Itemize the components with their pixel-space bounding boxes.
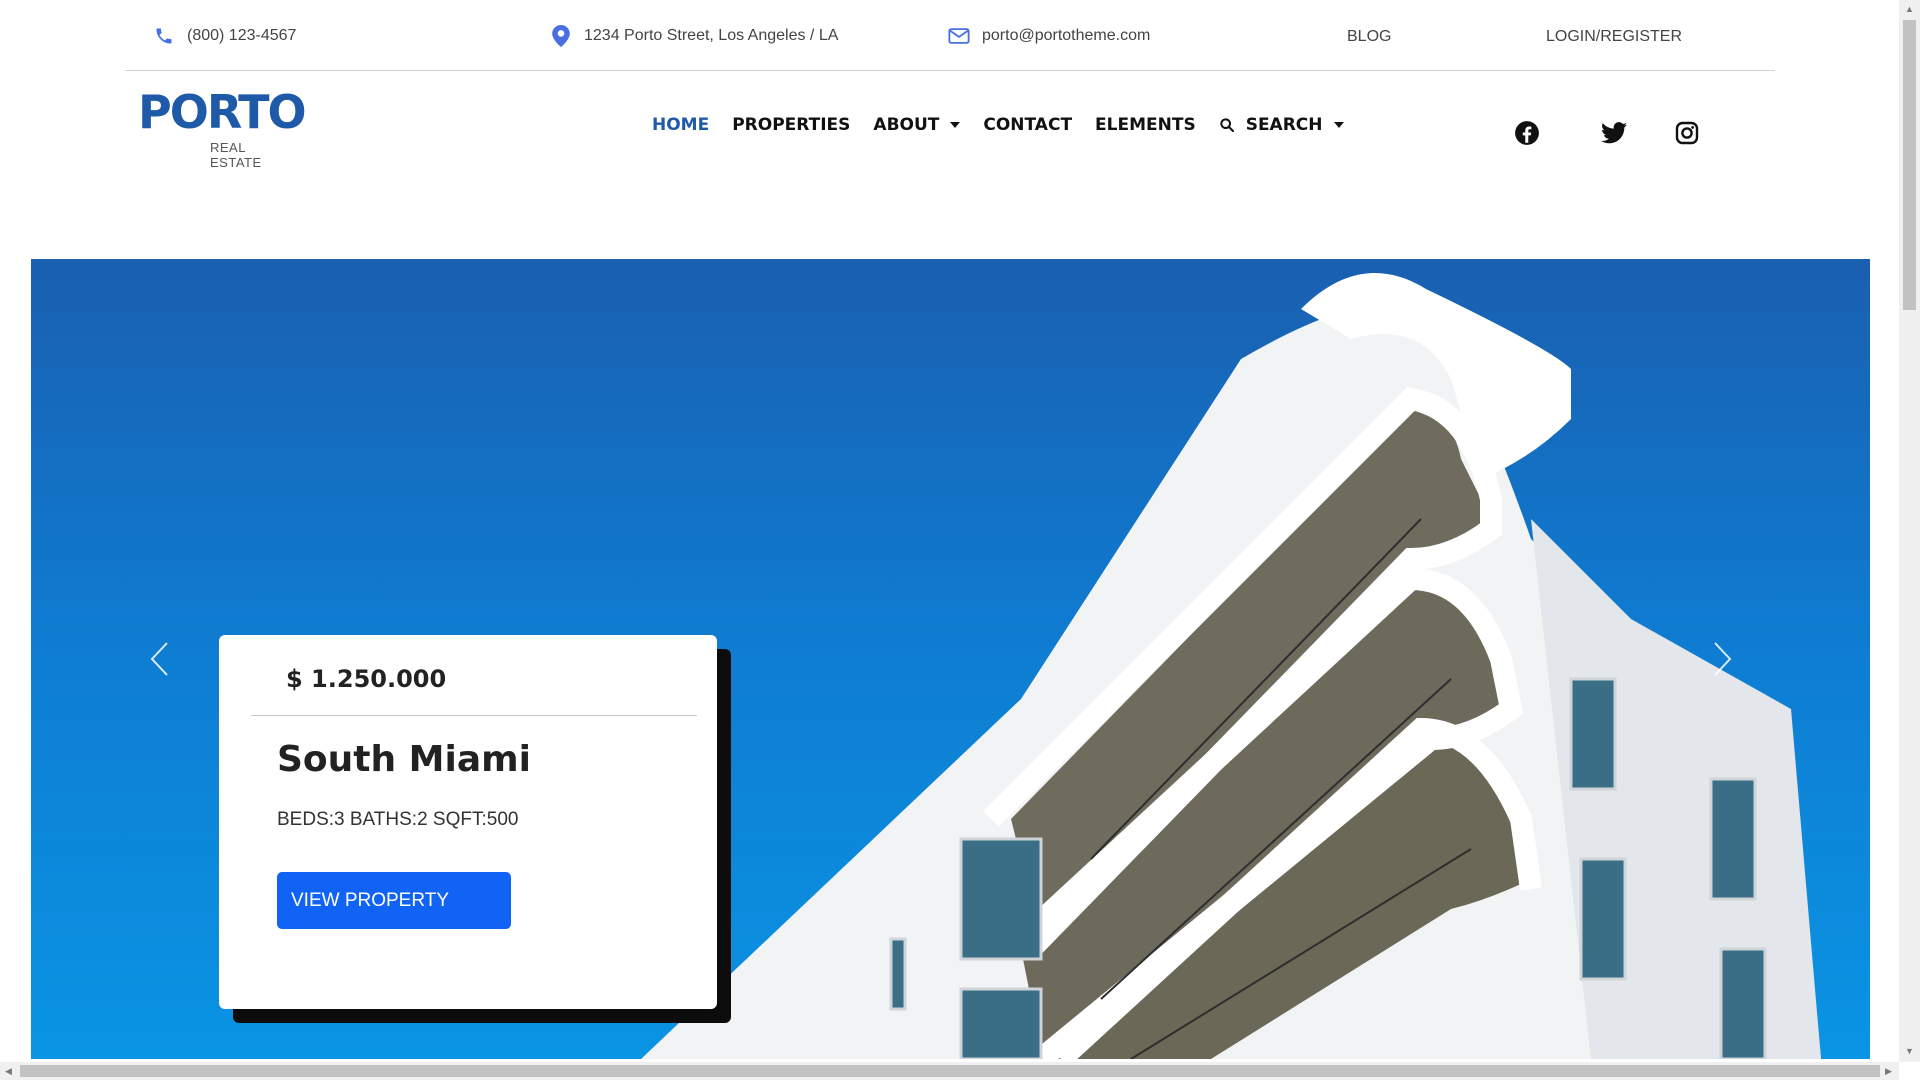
hero-slider: $ 1.250.000 South Miami BEDS:3 BATHS:2 S…	[31, 259, 1870, 1059]
vertical-scrollbar[interactable]: ▲ ▼	[1899, 0, 1920, 1062]
view-property-button[interactable]: VIEW PROPERTY	[277, 872, 511, 929]
top-bar: (800) 123-4567 1234 Porto Street, Los An…	[125, 0, 1775, 71]
slider-next-arrow[interactable]	[1703, 629, 1743, 689]
facebook-icon[interactable]	[1512, 118, 1542, 148]
nav-search-label: SEARCH	[1245, 115, 1323, 135]
phone-icon	[153, 25, 175, 47]
caret-down-icon	[1333, 122, 1344, 128]
horizontal-scroll-thumb[interactable]	[20, 1065, 1880, 1077]
email-contact[interactable]: porto@portotheme.com	[948, 24, 1150, 48]
nav-properties[interactable]: PROPERTIES	[732, 115, 850, 135]
blog-link[interactable]: BLOG	[1347, 28, 1391, 46]
envelope-icon	[948, 25, 970, 47]
property-specs: BEDS:3 BATHS:2 SQFT:500	[277, 809, 519, 830]
nav-contact[interactable]: CONTACT	[983, 115, 1072, 135]
property-card: $ 1.250.000 South Miami BEDS:3 BATHS:2 S…	[219, 635, 717, 1009]
login-register-link[interactable]: LOGIN/REGISTER	[1546, 28, 1682, 46]
horizontal-scrollbar[interactable]: ◀ ▶	[0, 1062, 1899, 1080]
scroll-right-icon[interactable]: ▶	[1885, 1066, 1892, 1076]
scroll-down-icon[interactable]: ▼	[1905, 1046, 1914, 1056]
nav-elements[interactable]: ELEMENTS	[1095, 115, 1196, 135]
map-pin-icon	[550, 25, 572, 47]
search-icon	[1219, 117, 1235, 133]
slider-prev-arrow[interactable]	[139, 629, 179, 689]
logo-wordmark: PORTO	[138, 85, 307, 139]
phone-number: (800) 123-4567	[187, 27, 297, 44]
caret-down-icon	[950, 122, 961, 128]
nav-about-label: ABOUT	[873, 115, 940, 135]
chevron-right-icon	[1714, 642, 1732, 676]
twitter-icon[interactable]	[1599, 118, 1629, 148]
nav-search[interactable]: SEARCH	[1219, 115, 1344, 135]
address-contact: 1234 Porto Street, Los Angeles / LA	[550, 24, 838, 48]
nav-about[interactable]: ABOUT	[873, 115, 961, 135]
address-text: 1234 Porto Street, Los Angeles / LA	[584, 27, 839, 44]
phone-contact[interactable]: (800) 123-4567	[153, 24, 296, 48]
nav-home[interactable]: HOME	[652, 115, 709, 135]
card-divider	[251, 715, 697, 716]
scroll-left-icon[interactable]: ◀	[5, 1066, 12, 1076]
chevron-left-icon	[150, 642, 168, 676]
property-title: South Miami	[277, 739, 531, 780]
instagram-icon[interactable]	[1672, 118, 1702, 148]
logo-subtitle: REAL ESTATE	[210, 140, 262, 170]
property-price: $ 1.250.000	[286, 665, 447, 693]
main-nav: HOME PROPERTIES ABOUT CONTACT ELEMENTS S…	[652, 110, 1367, 140]
logo[interactable]: PORTO REAL ESTATE	[138, 86, 307, 170]
vertical-scroll-thumb[interactable]	[1903, 20, 1916, 310]
email-text: porto@portotheme.com	[982, 27, 1151, 44]
scroll-up-icon[interactable]: ▲	[1905, 4, 1914, 14]
